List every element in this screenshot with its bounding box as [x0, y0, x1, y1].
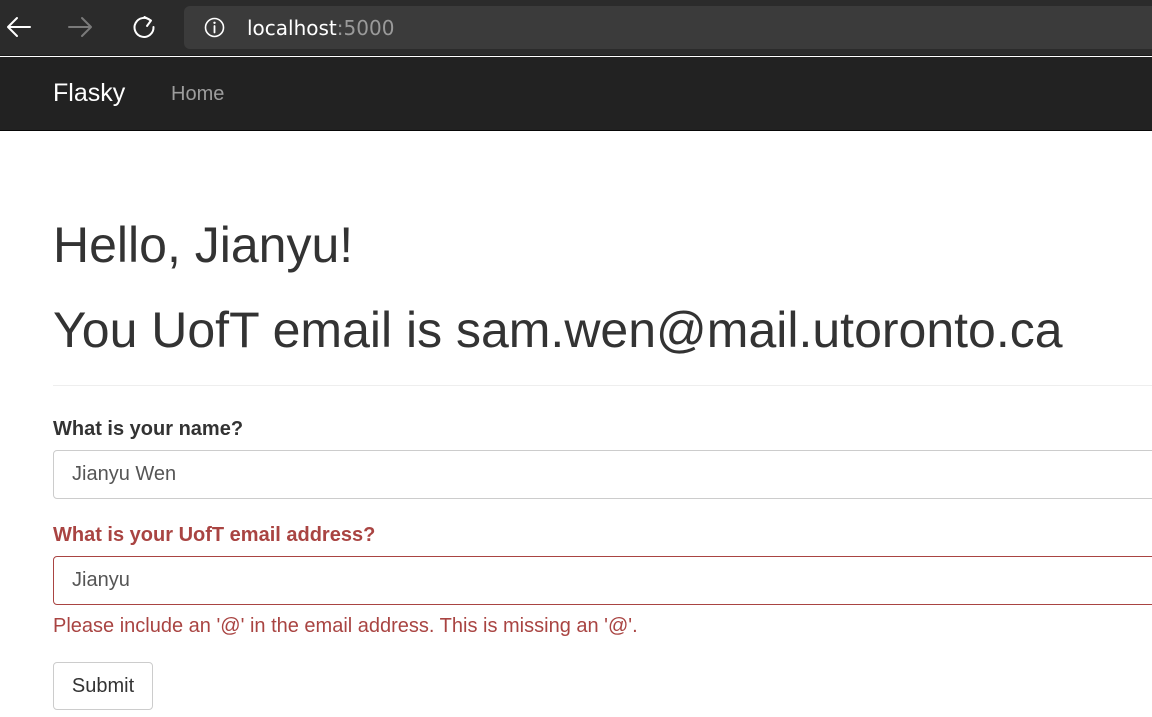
reload-icon — [133, 16, 155, 38]
submit-button[interactable]: Submit — [53, 662, 153, 710]
navbar-brand[interactable]: Flasky — [53, 78, 125, 108]
back-button[interactable] — [0, 8, 38, 46]
url-port: :5000 — [336, 16, 395, 40]
url-host: localhost — [247, 16, 337, 40]
name-input[interactable] — [53, 450, 1152, 499]
reload-button[interactable] — [125, 8, 163, 46]
arrow-right-icon — [68, 17, 92, 37]
forward-button[interactable] — [61, 8, 99, 46]
email-label: What is your UofT email address? — [53, 524, 376, 546]
browser-toolbar: localhost:5000 — [0, 0, 1152, 56]
address-bar[interactable]: localhost:5000 — [184, 6, 1152, 49]
name-label: What is your name? — [53, 418, 244, 440]
info-icon[interactable] — [204, 17, 225, 38]
url-text: localhost:5000 — [247, 16, 394, 40]
email-input[interactable] — [53, 556, 1152, 605]
divider — [53, 385, 1152, 386]
email-error-message: Please include an '@' in the email addre… — [53, 615, 638, 637]
nav-item-home[interactable]: Home — [171, 82, 224, 106]
arrow-left-icon — [7, 17, 31, 37]
greeting-heading: Hello, Jianyu! — [53, 217, 354, 273]
navbar: Flasky Home — [0, 57, 1152, 131]
email-heading: You UofT email is sam.wen@mail.utoronto.… — [53, 302, 1063, 358]
